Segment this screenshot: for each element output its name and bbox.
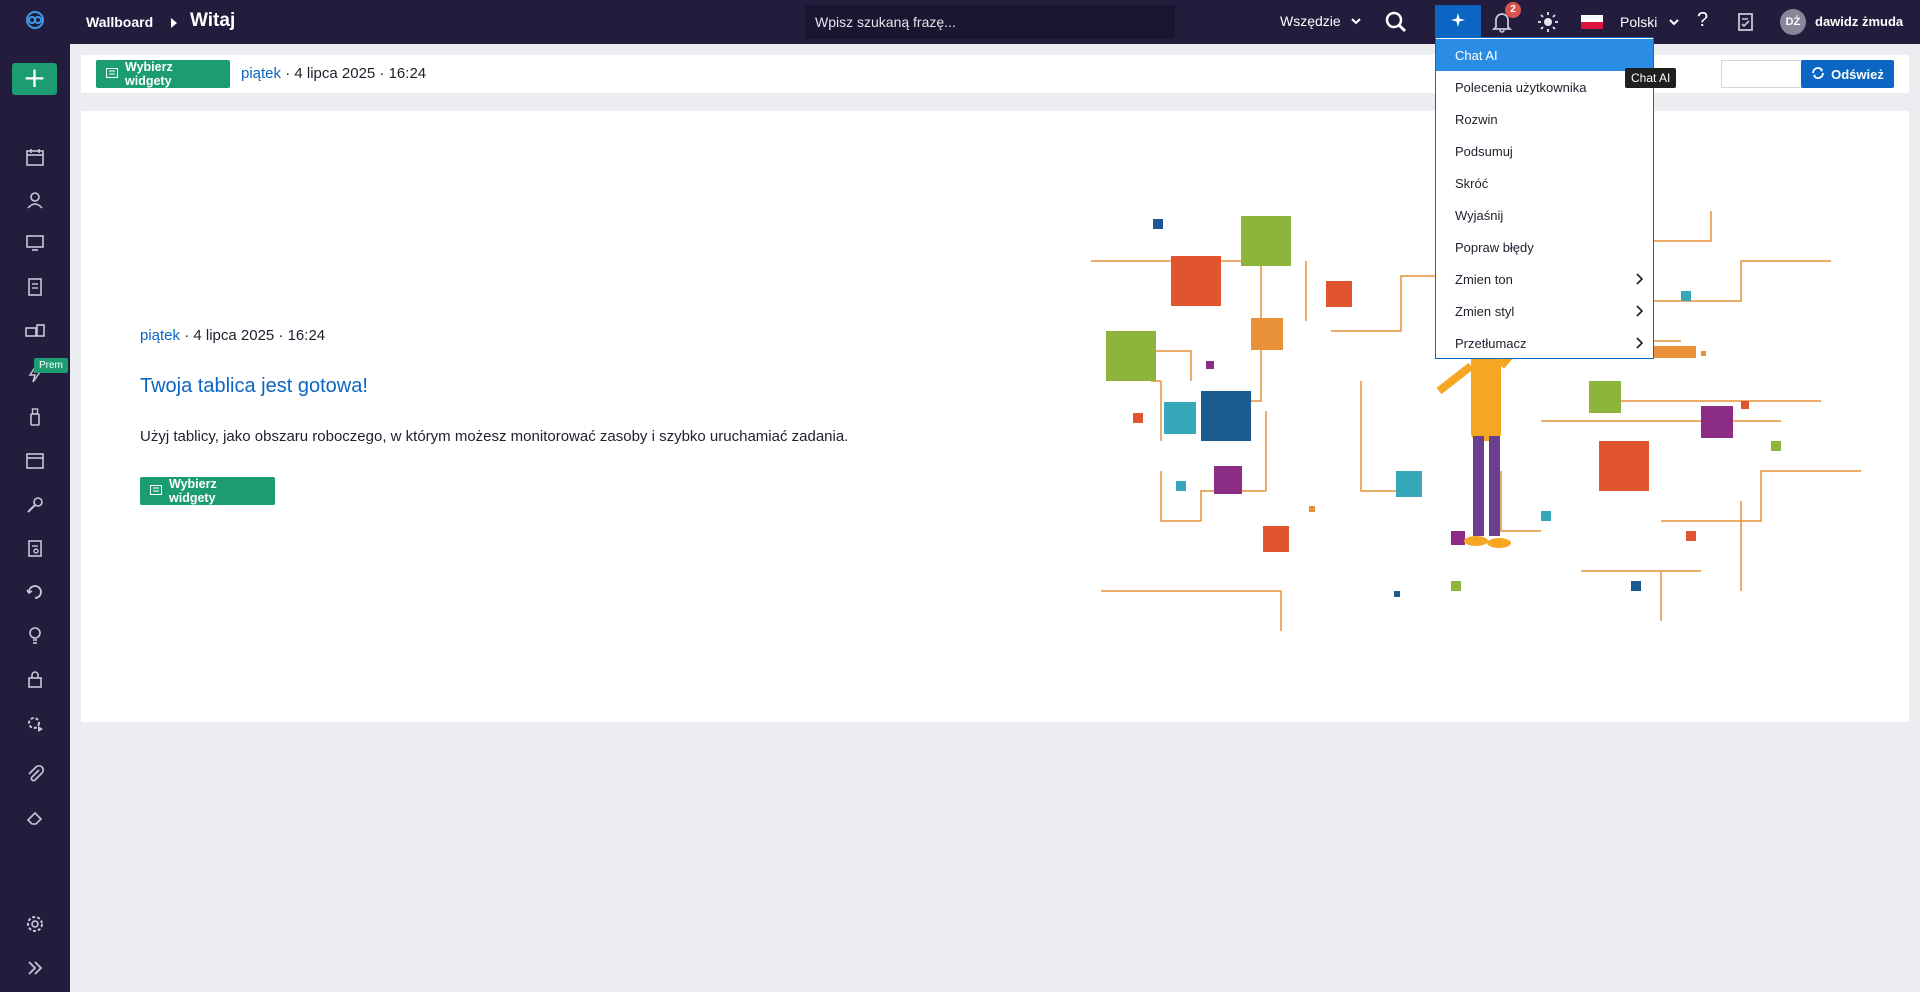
notification-count-badge: 2 bbox=[1505, 2, 1521, 18]
document-icon[interactable] bbox=[23, 275, 47, 299]
add-new-button[interactable]: + bbox=[12, 63, 57, 95]
sparkle-icon bbox=[1450, 12, 1466, 33]
sun-icon[interactable] bbox=[1537, 11, 1559, 38]
monitor-icon[interactable] bbox=[23, 231, 47, 255]
lightbulb-icon[interactable] bbox=[23, 623, 47, 647]
choose-widgets-button[interactable]: Wybierz widgety bbox=[96, 60, 230, 88]
network-icon[interactable] bbox=[23, 318, 47, 342]
chat-ai-tooltip: Chat AI bbox=[1625, 68, 1677, 88]
poland-flag-icon[interactable] bbox=[1581, 15, 1603, 29]
chevron-right-icon bbox=[1635, 305, 1644, 320]
breadcrumb-separator-icon bbox=[170, 16, 178, 34]
menu-item-change-tone[interactable]: Zmien ton bbox=[1436, 263, 1653, 295]
ai-dropdown-menu: Chat AI Polecenia użytkownika Rozwin Pod… bbox=[1435, 37, 1654, 359]
gear-play-icon[interactable] bbox=[23, 711, 47, 735]
search-scope-select[interactable]: Wszędzie bbox=[1280, 13, 1341, 29]
widgets-icon bbox=[150, 484, 162, 498]
menu-item-shorten[interactable]: Skróć bbox=[1436, 167, 1653, 199]
clipboard-icon[interactable] bbox=[23, 536, 47, 560]
user-icon[interactable] bbox=[23, 188, 47, 212]
refresh-label: Odśwież bbox=[1831, 66, 1884, 82]
menu-item-chat-ai[interactable]: Chat AI bbox=[1436, 39, 1653, 71]
page-title: Witaj bbox=[190, 10, 236, 31]
window-icon[interactable] bbox=[23, 449, 47, 473]
toolbar-date-rest: · 4 lipca 2025 · 16:24 bbox=[281, 65, 427, 82]
menu-item-change-style-label: Zmien styl bbox=[1455, 303, 1515, 319]
chevron-down-icon[interactable] bbox=[1668, 15, 1680, 33]
tasks-icon[interactable] bbox=[1736, 11, 1756, 38]
avatar[interactable]: DŻ bbox=[1780, 9, 1806, 35]
refresh-icon bbox=[1811, 66, 1825, 83]
user-name[interactable]: dawidz żmuda bbox=[1815, 14, 1903, 29]
menu-item-user-commands[interactable]: Polecenia użytkownika bbox=[1436, 71, 1653, 103]
menu-item-translate-label: Przetłumacz bbox=[1455, 335, 1527, 351]
ai-assistant-button[interactable] bbox=[1435, 5, 1481, 39]
menu-item-expand[interactable]: Rozwin bbox=[1436, 103, 1653, 135]
app-logo-icon[interactable] bbox=[20, 8, 50, 32]
language-select[interactable]: Polski bbox=[1620, 14, 1657, 30]
menu-item-explain[interactable]: Wyjaśnij bbox=[1436, 199, 1653, 231]
wrench-icon[interactable] bbox=[23, 493, 47, 517]
sidebar: + Prem bbox=[0, 0, 70, 992]
chevron-down-icon[interactable] bbox=[1350, 14, 1362, 32]
menu-item-summarize[interactable]: Podsumuj bbox=[1436, 135, 1653, 167]
toolbar-day[interactable]: piątek bbox=[241, 65, 281, 82]
calendar-icon[interactable] bbox=[23, 145, 47, 169]
refresh-icon[interactable] bbox=[23, 580, 47, 604]
chevron-right-icon bbox=[1635, 273, 1644, 288]
welcome-description: Użyj tablicy, jako obszaru roboczego, w … bbox=[140, 428, 849, 445]
search-bar bbox=[805, 5, 1175, 39]
search-input[interactable] bbox=[805, 5, 1045, 39]
choose-widgets-button-secondary[interactable]: Wybierz widgety bbox=[140, 477, 275, 505]
choose-widgets-label: Wybierz widgety bbox=[125, 60, 173, 88]
choose-widgets-label: Wybierz widgety bbox=[169, 477, 217, 505]
search-icon[interactable] bbox=[1385, 11, 1407, 38]
widgets-icon bbox=[106, 67, 118, 81]
menu-item-change-tone-label: Zmien ton bbox=[1455, 271, 1513, 287]
expand-sidebar-icon[interactable] bbox=[23, 956, 47, 980]
menu-item-translate[interactable]: Przetłumacz bbox=[1436, 327, 1653, 359]
menu-item-change-style[interactable]: Zmien styl bbox=[1436, 295, 1653, 327]
welcome-day[interactable]: piątek bbox=[140, 327, 180, 344]
lock-icon[interactable] bbox=[23, 667, 47, 691]
welcome-date: piątek · 4 lipca 2025 · 16:24 bbox=[140, 327, 325, 344]
breadcrumb-root[interactable]: Wallboard bbox=[86, 14, 153, 30]
chevron-right-icon bbox=[1635, 337, 1644, 352]
menu-item-fix-errors[interactable]: Popraw błędy bbox=[1436, 231, 1653, 263]
usb-icon[interactable] bbox=[23, 405, 47, 429]
toolbar-date: piątek · 4 lipca 2025 · 16:24 bbox=[241, 65, 426, 82]
help-icon[interactable]: ? bbox=[1697, 9, 1708, 32]
welcome-date-rest: · 4 lipca 2025 · 16:24 bbox=[180, 327, 326, 344]
eraser-icon[interactable] bbox=[23, 805, 47, 829]
paperclip-icon[interactable] bbox=[23, 762, 47, 786]
premium-badge: Prem bbox=[34, 358, 68, 373]
settings-icon[interactable] bbox=[23, 912, 47, 936]
welcome-title: Twoja tablica jest gotowa! bbox=[140, 375, 368, 397]
refresh-button[interactable]: Odśwież bbox=[1801, 60, 1894, 88]
